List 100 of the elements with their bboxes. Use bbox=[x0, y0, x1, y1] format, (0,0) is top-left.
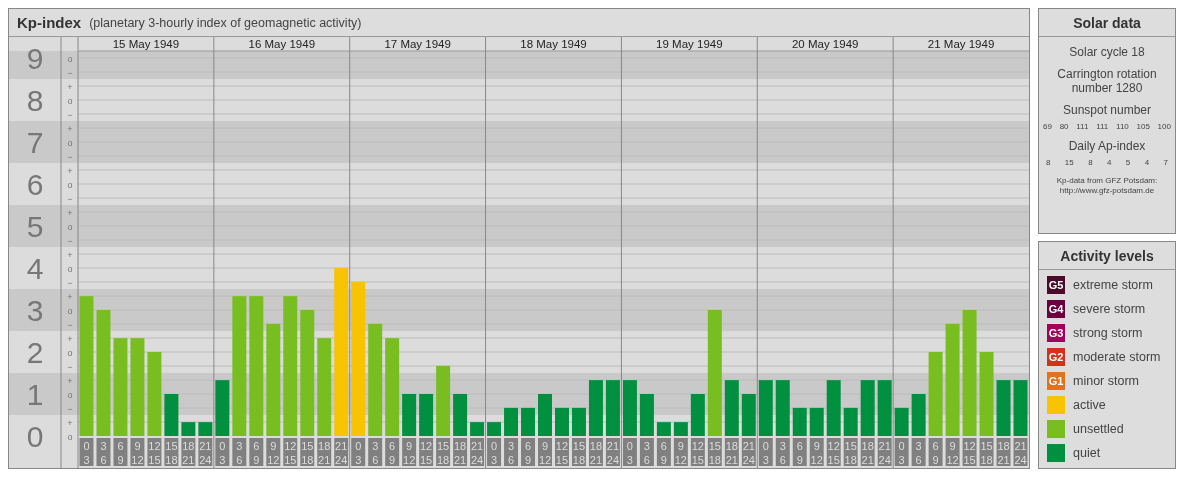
x-tick-label: 3 6 bbox=[643, 440, 650, 466]
y-tick-label: 1 bbox=[26, 378, 44, 411]
date-label: 19 May 1949 bbox=[656, 38, 723, 50]
minor-tick-label: o bbox=[67, 137, 73, 148]
x-tick-label: 6 9 bbox=[521, 438, 535, 466]
x-tick-label: 3 6 bbox=[779, 440, 786, 466]
x-tick-label: 6 9 bbox=[928, 438, 943, 466]
kp-bar bbox=[877, 380, 892, 436]
y-tick-label: 7 bbox=[26, 126, 44, 159]
level-label: minor storm bbox=[1073, 374, 1139, 388]
chart-title: Kp-index bbox=[17, 14, 82, 31]
x-tick-label: 12 15 bbox=[690, 438, 705, 466]
kp-bar bbox=[843, 407, 858, 436]
x-tick-label: 3 6 bbox=[236, 440, 243, 466]
kp-bar bbox=[181, 422, 196, 436]
minor-tick-label: − bbox=[67, 235, 73, 246]
x-tick-label: 21 24 bbox=[470, 438, 485, 466]
x-tick-label: 6 9 bbox=[253, 440, 260, 466]
x-tick-label: 18 21 bbox=[588, 438, 603, 466]
kp-bar bbox=[639, 394, 654, 436]
y-tick-label: 3 bbox=[26, 294, 44, 327]
date-label: 20 May 1949 bbox=[791, 38, 859, 50]
x-tick-label: 9 12 bbox=[402, 438, 417, 466]
minor-tick-label: − bbox=[67, 67, 73, 78]
kp-bar bbox=[911, 394, 926, 436]
y-tick-label: 9 bbox=[26, 42, 44, 75]
y-tick-label: 8 bbox=[26, 84, 44, 117]
x-tick-label: 3 6 bbox=[639, 438, 654, 466]
x-tick-label: 12 15 bbox=[419, 438, 434, 466]
level-swatch: G2 bbox=[1047, 348, 1065, 366]
x-tick-label: 15 18 bbox=[300, 438, 315, 466]
x-tick-label: 21 24 bbox=[334, 438, 349, 466]
ap-value: 4 bbox=[1144, 158, 1150, 167]
x-tick-label: 15 18 bbox=[843, 438, 858, 466]
kp-bar bbox=[164, 394, 179, 436]
x-tick-label: 3 6 bbox=[372, 440, 379, 466]
minor-tick-label: o bbox=[67, 431, 73, 442]
minor-tick-label: + bbox=[67, 417, 73, 428]
x-tick-label: 6 9 bbox=[932, 440, 939, 466]
y-tick-label: 0 bbox=[26, 420, 44, 453]
x-tick-label: 0 3 bbox=[355, 440, 362, 466]
sunspot-value: 105 bbox=[1136, 122, 1150, 131]
kp-bar bbox=[792, 407, 807, 436]
x-tick-label: 3 6 bbox=[100, 440, 107, 466]
x-tick-label: 3 6 bbox=[507, 440, 515, 466]
sunspot-value: 111 bbox=[1076, 122, 1089, 131]
x-tick-label: 9 12 bbox=[673, 438, 688, 466]
x-tick-label: 3 6 bbox=[775, 438, 790, 466]
minor-tick-label: − bbox=[67, 277, 73, 288]
level-label: active bbox=[1073, 398, 1106, 412]
panel-title: Solar data bbox=[1039, 9, 1175, 37]
x-tick-label: 6 9 bbox=[656, 438, 671, 466]
minor-tick-label: + bbox=[67, 81, 73, 92]
x-tick-label: 3 6 bbox=[368, 438, 383, 466]
x-tick-label: 12 15 bbox=[555, 438, 569, 466]
x-tick-label: 0 3 bbox=[758, 438, 773, 466]
x-tick-label: 18 21 bbox=[317, 438, 332, 466]
level-label: unsettled bbox=[1073, 422, 1124, 436]
kp-bar bbox=[1013, 380, 1028, 436]
x-tick-label: 6 9 bbox=[792, 438, 807, 466]
x-tick-label: 3 6 bbox=[911, 438, 926, 466]
x-tick-label: 9 12 bbox=[538, 438, 552, 466]
sunspot-value: 69 bbox=[1043, 122, 1052, 131]
date-label: 21 May 1949 bbox=[927, 38, 995, 50]
x-tick-label: 6 9 bbox=[249, 438, 264, 466]
minor-tick-label: o bbox=[67, 347, 73, 358]
x-tick-label: 0 3 bbox=[83, 440, 90, 466]
x-tick-label: 12 15 bbox=[147, 438, 162, 466]
date-label: 17 May 1949 bbox=[384, 38, 451, 50]
level-label: extreme storm bbox=[1073, 278, 1153, 292]
kp-bar bbox=[605, 380, 620, 436]
x-tick-label: 0 3 bbox=[219, 440, 226, 466]
date-label: 16 May 1949 bbox=[248, 38, 316, 50]
level-swatch: G3 bbox=[1047, 324, 1065, 342]
x-tick-label: 0 3 bbox=[351, 438, 366, 466]
minor-tick-label: o bbox=[67, 305, 73, 316]
kp-bar bbox=[453, 394, 468, 436]
minor-tick-label: − bbox=[67, 361, 73, 372]
date-label: 18 May 1949 bbox=[520, 38, 587, 50]
x-tick-label: 0 3 bbox=[762, 440, 769, 466]
y-tick-label: 5 bbox=[26, 210, 44, 243]
x-tick-label: 21 24 bbox=[605, 438, 620, 466]
x-tick-label: 0 3 bbox=[622, 438, 637, 466]
x-tick-label: 18 21 bbox=[724, 438, 739, 466]
minor-tick-label: + bbox=[67, 249, 73, 260]
kp-bar bbox=[419, 394, 434, 436]
x-tick-label: 3 6 bbox=[915, 440, 922, 466]
kp-bar bbox=[996, 380, 1011, 436]
minor-tick-label: − bbox=[67, 193, 73, 204]
kp-bar bbox=[521, 407, 535, 436]
x-tick-label: 18 21 bbox=[181, 438, 196, 466]
level-swatch: G1 bbox=[1047, 372, 1065, 390]
kp-bar bbox=[402, 394, 417, 436]
sunspot-value: 110 bbox=[1116, 122, 1129, 131]
sunspot-value: 111 bbox=[1096, 122, 1109, 131]
solar-cycle: Solar cycle 18 bbox=[1069, 45, 1145, 59]
ap-value: 4 bbox=[1107, 158, 1112, 167]
x-tick-label: 6 9 bbox=[389, 440, 396, 466]
kp-bar bbox=[555, 407, 569, 436]
x-tick-label: 12 15 bbox=[826, 438, 841, 466]
